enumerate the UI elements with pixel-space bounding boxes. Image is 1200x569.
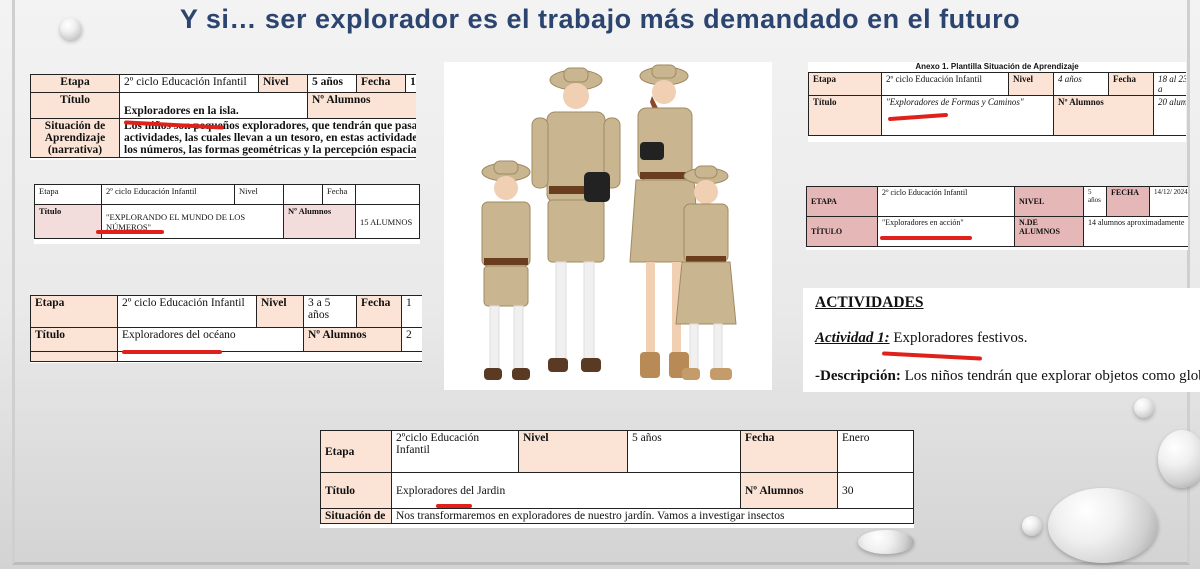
fecha-value: Enero — [837, 430, 914, 473]
alumnos-value: 30 — [837, 472, 914, 509]
explorer-family-photo — [444, 62, 772, 390]
alumnos-value: 14 alumnos aproximadamente — [1083, 216, 1188, 247]
alumnos-label: Nº Alumnos — [283, 204, 356, 239]
red-underline — [436, 504, 472, 508]
binoculars-icon — [584, 172, 610, 202]
description-label: -Descripción: — [815, 368, 901, 384]
activities-heading: ACTIVIDADES — [815, 294, 924, 311]
lesson-plan-snippet-jardin: Etapa 2ºciclo Educación Infantil Nivel 5… — [320, 430, 914, 528]
lesson-plan-snippet-numeros: Etapa 2º ciclo Educación Infantil Nivel … — [34, 184, 420, 244]
etapa-label: Etapa — [30, 74, 120, 93]
alumnos-label: Nº Alumnos — [303, 327, 402, 352]
nivel-label: Nivel — [258, 74, 308, 93]
nivel-label: Nivel — [518, 430, 628, 473]
water-drop-decoration — [1048, 488, 1158, 563]
nivel-value: 5 años — [307, 74, 357, 93]
etapa-value: 2ºciclo Educación Infantil — [391, 430, 519, 473]
activity-value: Exploradores festivos. — [893, 330, 1028, 346]
titulo-value: "Exploradores en acción" — [877, 216, 1015, 247]
lesson-plan-snippet-accion: ETAPA 2º ciclo Educación Infantil NIVEL … — [806, 186, 1188, 250]
annex-heading: Anexo 1. Plantilla Situación de Aprendiz… — [915, 62, 1079, 71]
fecha-label: Fecha — [356, 295, 402, 328]
fecha-label: Fecha — [322, 184, 356, 205]
etapa-label: ETAPA — [806, 186, 878, 217]
etapa-label: Etapa — [30, 295, 118, 328]
situacion-label: Situación de — [320, 508, 392, 524]
nivel-label: Nivel — [1008, 72, 1054, 96]
fecha-label: Fecha — [356, 74, 406, 93]
alumnos-label: Nº Alumnos — [1053, 95, 1154, 136]
etapa-label: Etapa — [34, 184, 102, 205]
nivel-value: 3 a 5 años — [303, 295, 357, 328]
slide-title: Y si… ser explorador es el trabajo más d… — [179, 4, 1021, 34]
fecha-label: Fecha — [740, 430, 838, 473]
alumnos-label: Nº Alumnos — [307, 92, 416, 119]
water-drop-decoration — [1134, 398, 1154, 418]
child-boy-explorer — [481, 160, 531, 380]
red-underline — [96, 230, 164, 234]
etapa-label: Etapa — [320, 430, 392, 473]
nivel-value: 5 años — [627, 430, 741, 473]
water-drop-decoration — [1158, 430, 1200, 488]
situacion-label: Situación de Aprendizaje (narrativa) — [30, 118, 120, 158]
situacion-value: Nos transformaremos en exploradores de n… — [391, 508, 914, 524]
fecha-label: Fecha — [1108, 72, 1154, 96]
nivel-label: NIVEL — [1014, 186, 1084, 217]
alumnos-value: 15 ALUMNOS — [355, 204, 420, 239]
nivel-value: 4 años — [1053, 72, 1109, 96]
description-value: Los niños tendrán que explorar objetos c… — [904, 368, 1200, 384]
red-underline — [122, 350, 222, 354]
titulo-label: Título — [808, 95, 882, 136]
adult-man-explorer — [531, 67, 621, 372]
fecha-value: 18 al 23 de a — [1153, 72, 1186, 96]
water-drop-decoration — [60, 18, 82, 40]
titulo-label: Título — [30, 327, 118, 352]
titulo-label: TÍTULO — [806, 216, 878, 247]
alumnos-value: 20 alumnos — [1153, 95, 1186, 136]
explorer-family-illustration — [481, 64, 737, 380]
lesson-plan-snippet-formas: Anexo 1. Plantilla Situación de Aprendiz… — [808, 62, 1186, 142]
fecha-label: FECHA — [1106, 186, 1150, 217]
activity-label: Actividad 1: — [815, 330, 890, 346]
etapa-label: Etapa — [808, 72, 882, 96]
water-drop-decoration — [1022, 516, 1042, 536]
etapa-value: 2º ciclo Educación Infantil — [881, 72, 1009, 96]
etapa-value: 2º ciclo Educación Infantil — [877, 186, 1015, 217]
lesson-plan-snippet-oceano: Etapa 2º ciclo Educación Infantil Nivel … — [30, 295, 422, 363]
titulo-value: Exploradores del océano — [117, 327, 304, 352]
titulo-value: Exploradores en la isla. — [119, 92, 308, 119]
nivel-value: 5 años — [1083, 186, 1107, 217]
titulo-label: Título — [320, 472, 392, 509]
titulo-label: Título — [30, 92, 120, 119]
activities-snippet: ACTIVIDADES Actividad 1: Exploradores fe… — [803, 288, 1200, 392]
alumnos-value: 2 — [401, 327, 422, 352]
fecha-value: 1 — [401, 295, 422, 328]
etapa-value: 2º ciclo Educación Infantil — [117, 295, 257, 328]
titulo-label: Título — [34, 204, 102, 239]
nivel-label: Nivel — [234, 184, 284, 205]
lesson-plan-snippet-isla: Etapa 2º ciclo Educación Infantil Nivel … — [30, 74, 416, 160]
fecha-value: 14/12/ 2024 — [1149, 186, 1188, 217]
nivel-label: Nivel — [256, 295, 304, 328]
fecha-value: 18/ — [405, 74, 416, 93]
alumnos-label: N.DE ALUMNOS — [1014, 216, 1084, 247]
alumnos-label: Nº Alumnos — [740, 472, 838, 509]
etapa-value: 2º ciclo Educación Infantil — [101, 184, 235, 205]
etapa-value: 2º ciclo Educación Infantil — [119, 74, 259, 93]
water-drop-decoration — [858, 530, 914, 554]
red-underline — [880, 236, 972, 240]
